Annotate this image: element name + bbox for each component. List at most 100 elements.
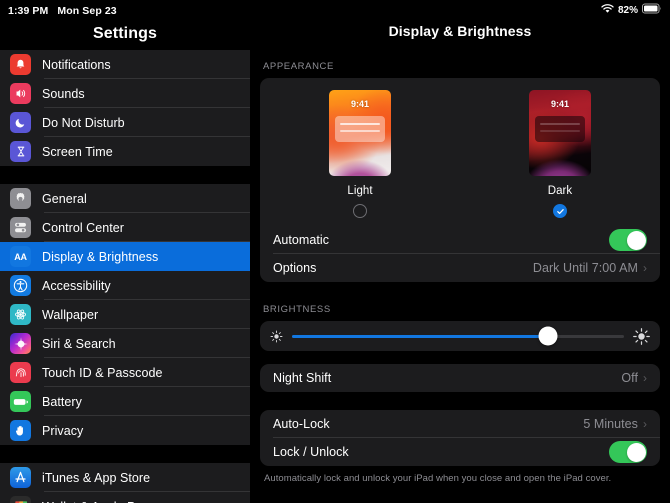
sidebar-item-touch-id-passcode[interactable]: Touch ID & Passcode xyxy=(0,358,250,387)
sidebar-group-divider xyxy=(0,445,250,463)
ipad-settings-screen: 1:39 PM Mon Sep 23 Settings Notification… xyxy=(0,0,670,503)
wallet-icon xyxy=(10,496,31,503)
screen-time-icon xyxy=(10,141,31,162)
sidebar-item-label: iTunes & App Store xyxy=(42,470,151,485)
settings-page-title: Settings xyxy=(93,25,157,42)
sidebar-item-label: Privacy xyxy=(42,423,84,438)
options-value: Dark Until 7:00 AM xyxy=(532,261,638,275)
do-not-disturb-icon xyxy=(10,112,31,133)
general-gear-icon xyxy=(10,188,31,209)
sidebar-item-label: General xyxy=(42,191,87,206)
appearance-option-light[interactable]: 9:41 Light xyxy=(260,90,460,218)
sidebar-item-wallet-apple-pay[interactable]: Wallet & Apple Pay xyxy=(0,492,250,503)
brightness-card xyxy=(260,321,660,351)
sidebar-item-label: Sounds xyxy=(42,86,85,101)
touch-id-icon xyxy=(10,362,31,383)
auto-lock-label: Auto-Lock xyxy=(273,417,330,431)
night-shift-value: Off xyxy=(621,371,638,385)
dark-preview-notification-card xyxy=(535,116,585,142)
dark-mode-label: Dark xyxy=(547,185,573,197)
brightness-slider-fill xyxy=(292,334,548,338)
chevron-right-icon: › xyxy=(643,371,647,385)
lock-unlock-toggle[interactable] xyxy=(609,441,647,463)
automatic-toggle[interactable] xyxy=(609,229,647,251)
battery-icon xyxy=(10,391,31,412)
siri-search-icon xyxy=(10,333,31,354)
appearance-section-header: APPEARANCE xyxy=(263,61,334,72)
light-preview-notification-card xyxy=(335,116,385,142)
night-shift-card: Night Shift Off › xyxy=(260,364,660,392)
chevron-right-icon: › xyxy=(643,417,647,431)
sidebar-status-bar: 1:39 PM Mon Sep 23 xyxy=(0,0,250,22)
sidebar-item-privacy[interactable]: Privacy xyxy=(0,416,250,445)
lock-unlock-footer-note: Automatically lock and unlock your iPad … xyxy=(264,473,612,484)
brightness-slider-track[interactable] xyxy=(292,326,624,346)
sidebar-item-notifications[interactable]: Notifications xyxy=(0,50,250,79)
sidebar-groups: Notifications Sounds Do Not Disturb Screen … xyxy=(0,50,250,503)
auto-lock-value: 5 Minutes xyxy=(583,417,638,431)
light-mode-preview[interactable]: 9:41 xyxy=(329,90,391,176)
notifications-icon xyxy=(10,54,31,75)
wifi-icon xyxy=(601,3,614,17)
sidebar-item-label: Control Center xyxy=(42,220,124,235)
light-preview-clock: 9:41 xyxy=(350,99,369,109)
sidebar-item-control-center[interactable]: Control Center xyxy=(0,213,250,242)
sidebar-group: General Control Center AA Display & Brightn… xyxy=(0,184,250,445)
sidebar-item-siri-search[interactable]: Siri & Search xyxy=(0,329,250,358)
sidebar-item-label: Notifications xyxy=(42,57,111,72)
display-brightness-icon: AA xyxy=(10,246,31,267)
sidebar-group-divider xyxy=(0,166,250,184)
appearance-option-dark[interactable]: 9:41 Dark xyxy=(460,90,660,218)
status-bar-time: 1:39 PM xyxy=(8,5,49,17)
sidebar-item-sounds[interactable]: Sounds xyxy=(0,79,250,108)
sidebar-item-label: Siri & Search xyxy=(42,336,116,351)
automatic-label: Automatic xyxy=(273,233,330,247)
light-mode-radio[interactable] xyxy=(353,204,367,218)
options-row[interactable]: Options Dark Until 7:00 AM › xyxy=(260,254,660,282)
sidebar-item-do-not-disturb[interactable]: Do Not Disturb xyxy=(0,108,250,137)
sidebar-item-display-brightness[interactable]: AA Display & Brightness xyxy=(0,242,250,271)
control-center-icon xyxy=(10,217,31,238)
dark-mode-preview[interactable]: 9:41 xyxy=(529,90,591,176)
sounds-icon xyxy=(10,83,31,104)
sidebar-item-label: Wallpaper xyxy=(42,307,99,322)
brightness-section-header: BRIGHTNESS xyxy=(263,304,331,315)
privacy-hand-icon xyxy=(10,420,31,441)
brightness-slider-row[interactable] xyxy=(260,321,660,351)
brightness-slider-knob[interactable] xyxy=(538,326,558,346)
sidebar-item-label: Do Not Disturb xyxy=(42,115,125,130)
sidebar-item-battery[interactable]: Battery xyxy=(0,387,250,416)
brightness-high-icon xyxy=(633,327,650,345)
sidebar-item-general[interactable]: General xyxy=(0,184,250,213)
auto-lock-row[interactable]: Auto-Lock 5 Minutes › xyxy=(260,410,660,438)
sidebar-item-label: Accessibility xyxy=(42,278,111,293)
automatic-row[interactable]: Automatic xyxy=(260,226,660,254)
sidebar-item-wallpaper[interactable]: Wallpaper xyxy=(0,300,250,329)
main-status-bar: 82% xyxy=(250,0,670,20)
wallpaper-icon xyxy=(10,304,31,325)
display-brightness-panel: 82% Display & Brightness APPEARANCE 9:41 xyxy=(250,0,670,503)
lock-unlock-label: Lock / Unlock xyxy=(273,445,349,459)
lock-unlock-row[interactable]: Lock / Unlock xyxy=(260,438,660,466)
sidebar-group: Notifications Sounds Do Not Disturb Screen … xyxy=(0,50,250,166)
sidebar-group: iTunes & App Store Wallet & Apple Pay xyxy=(0,463,250,503)
sidebar-item-label: Display & Brightness xyxy=(42,249,159,264)
battery-icon xyxy=(642,3,662,17)
options-label: Options xyxy=(273,261,317,275)
main-page-title: Display & Brightness xyxy=(388,23,532,39)
sidebar-item-screen-time[interactable]: Screen Time xyxy=(0,137,250,166)
dark-mode-radio[interactable] xyxy=(553,204,567,218)
night-shift-row[interactable]: Night Shift Off › xyxy=(260,364,660,392)
battery-percent-label: 82% xyxy=(617,4,638,16)
sidebar-item-itunes-app-store[interactable]: iTunes & App Store xyxy=(0,463,250,492)
settings-sidebar: 1:39 PM Mon Sep 23 Settings Notification… xyxy=(0,0,250,503)
appearance-card: 9:41 Light 9:41 Dark Automatic Options D… xyxy=(260,78,660,282)
accessibility-icon xyxy=(10,275,31,296)
sidebar-item-label: Wallet & Apple Pay xyxy=(42,500,149,503)
sidebar-item-accessibility[interactable]: Accessibility xyxy=(0,271,250,300)
chevron-right-icon: › xyxy=(643,261,647,275)
dark-preview-clock: 9:41 xyxy=(550,99,569,109)
light-mode-label: Light xyxy=(347,185,373,197)
status-bar-date: Mon Sep 23 xyxy=(57,5,117,17)
appearance-options: 9:41 Light 9:41 Dark xyxy=(260,78,660,226)
